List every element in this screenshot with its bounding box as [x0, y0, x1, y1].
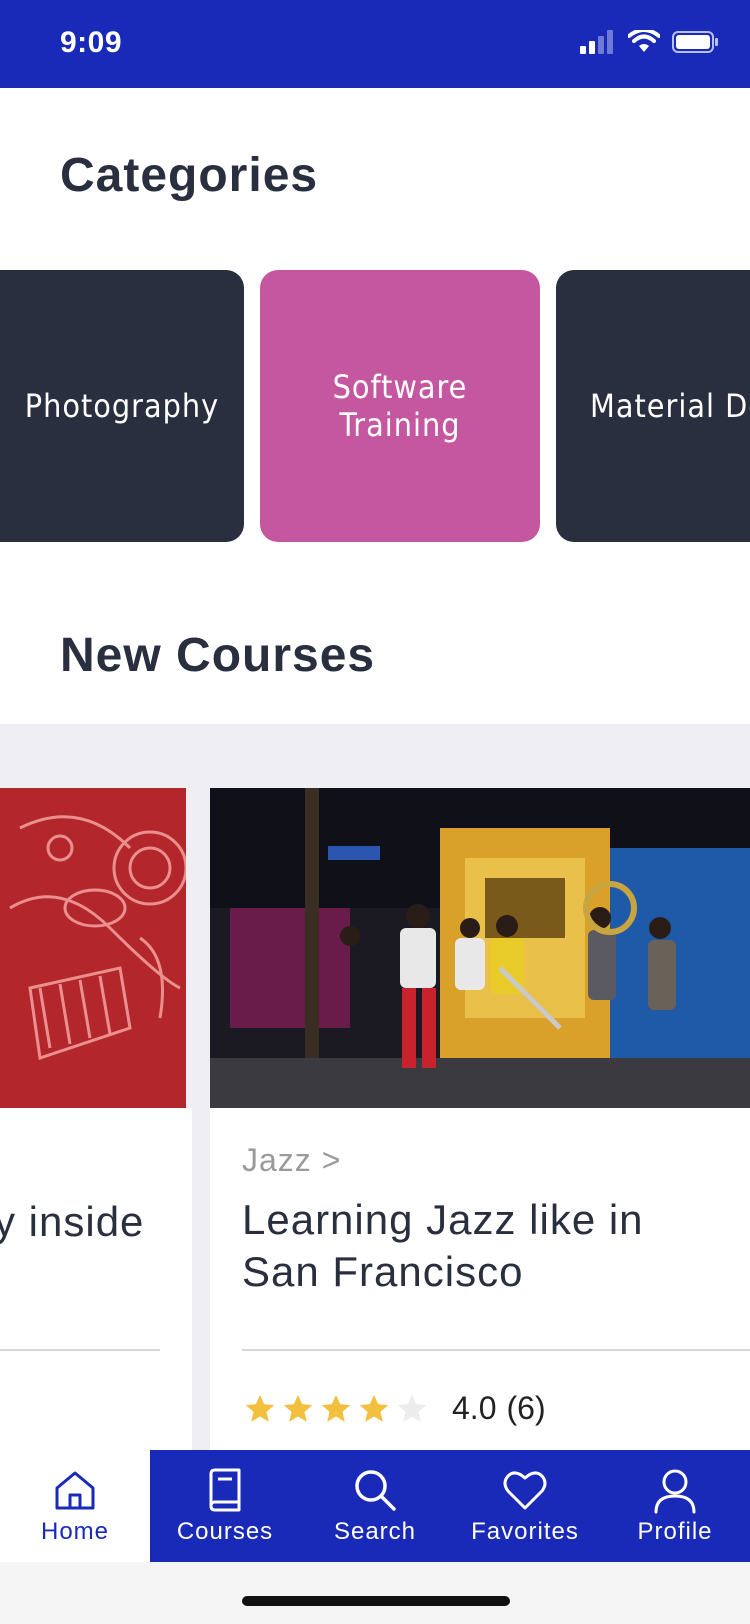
category-card-material-design[interactable]: Material Des [556, 270, 750, 542]
tab-profile[interactable]: Profile [600, 1450, 750, 1562]
categories-carousel[interactable]: Photography Software Training Material D… [0, 270, 750, 542]
categories-title: Categories [60, 149, 319, 202]
signal-icon [580, 30, 613, 54]
tab-label: Profile [637, 1518, 713, 1545]
search-icon [355, 1470, 396, 1511]
course-image-jazz-street-band [210, 788, 750, 1108]
heart-icon [503, 1471, 547, 1510]
category-label: Software Training [332, 368, 468, 444]
status-bar: 9:09 [0, 0, 750, 88]
new-courses-title: New Courses [60, 629, 376, 682]
rating-stars [242, 1392, 430, 1426]
category-label: Photography [24, 387, 220, 425]
category-label: Material Des [590, 387, 750, 425]
tab-favorites[interactable]: Favorites [450, 1450, 600, 1562]
star-filled-icon [321, 1394, 351, 1422]
course-card[interactable]: Jazz > Learning Jazz like in San Francis… [210, 788, 750, 1488]
course-card[interactable]: y inside [0, 788, 192, 1488]
status-time: 9:09 [60, 26, 123, 59]
star-filled-icon [283, 1394, 313, 1422]
battery-icon [672, 31, 718, 53]
tab-search[interactable]: Search [300, 1450, 450, 1562]
home-icon [55, 1471, 95, 1510]
home-indicator[interactable] [242, 1596, 510, 1606]
bottom-tab-bar: Home Courses Search Favorites Profile [0, 1450, 750, 1562]
course-title: y inside [0, 1198, 145, 1245]
tab-courses[interactable]: Courses [150, 1450, 300, 1562]
course-rating: 4.0 (6) [242, 1390, 546, 1427]
star-filled-icon [245, 1394, 275, 1422]
course-category-breadcrumb[interactable]: Jazz > [242, 1142, 341, 1179]
course-title[interactable]: Learning Jazz like in San Francisco [242, 1194, 722, 1298]
tab-label: Courses [176, 1518, 274, 1545]
tab-home[interactable]: Home [0, 1450, 150, 1562]
tab-label: Home [40, 1518, 110, 1545]
course-divider [242, 1349, 750, 1351]
status-icons [580, 30, 720, 54]
wifi-icon [628, 30, 660, 52]
tab-label: Favorites [471, 1518, 579, 1545]
book-icon [209, 1468, 241, 1512]
tab-label: Search [333, 1518, 417, 1545]
rating-value: 4.0 [452, 1390, 497, 1426]
star-filled-icon [359, 1394, 389, 1422]
category-card-photography[interactable]: Photography [0, 270, 244, 542]
course-divider [0, 1349, 160, 1351]
course-image-neon-instruments [0, 788, 192, 1108]
category-card-software-training[interactable]: Software Training [260, 270, 540, 542]
star-empty-icon [397, 1394, 427, 1422]
user-icon [654, 1469, 696, 1514]
home-indicator-area [0, 1562, 750, 1624]
rating-count: (6) [506, 1390, 546, 1426]
